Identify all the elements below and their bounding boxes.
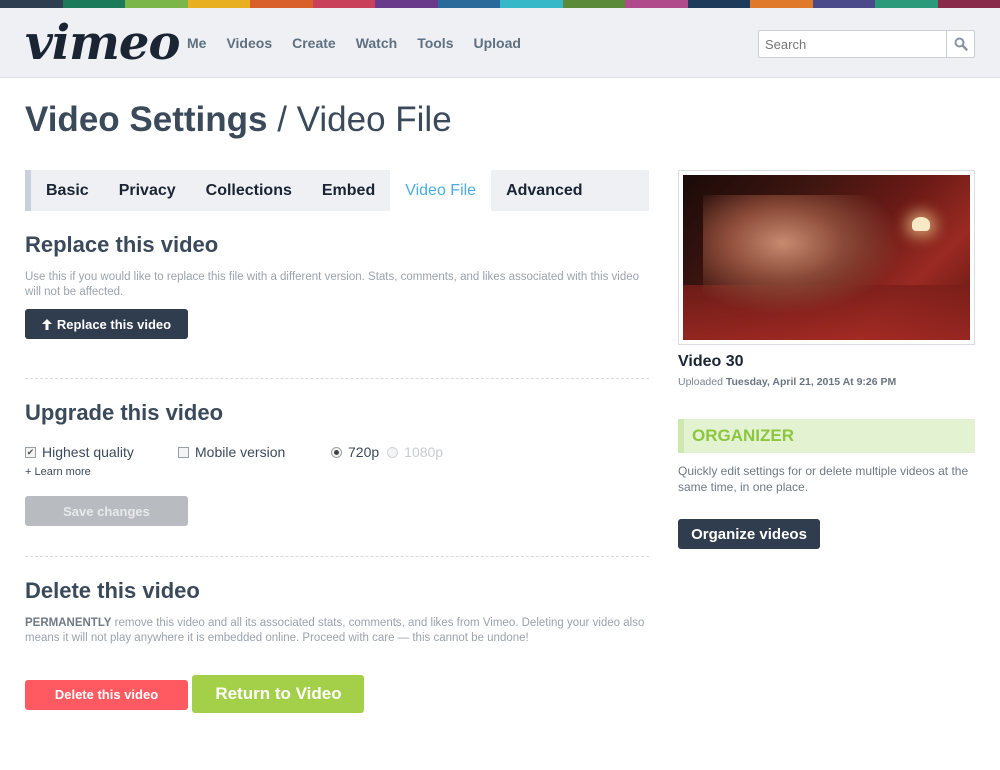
vimeo-logo[interactable]: vimeo (25, 18, 180, 68)
video-upload-date: Uploaded Tuesday, April 21, 2015 At 9:26… (678, 376, 897, 388)
stripe-segment (0, 0, 63, 8)
tab-advanced[interactable]: Advanced (491, 170, 597, 211)
stripe-segment (62, 0, 125, 8)
main-nav: Me Videos Create Watch Tools Upload (187, 35, 541, 51)
stripe-segment (812, 0, 875, 8)
nav-videos[interactable]: Videos (226, 35, 272, 51)
stripe-segment (375, 0, 438, 8)
replace-section: Replace this video Use this if you would… (25, 232, 649, 339)
organize-videos-button[interactable]: Organize videos (678, 519, 820, 549)
tab-privacy[interactable]: Privacy (104, 170, 191, 211)
section-divider (25, 378, 649, 379)
nav-watch[interactable]: Watch (356, 35, 397, 51)
upgrade-section: Upgrade this video ✔ Highest quality Mob… (25, 400, 649, 526)
nav-upload[interactable]: Upload (473, 35, 520, 51)
arrow-up-icon (41, 318, 52, 330)
delete-description: PERMANENTLY remove this video and all it… (25, 617, 645, 644)
resolution-1080p-option: 1080p (387, 444, 443, 460)
stripe-segment (687, 0, 750, 8)
stripe-segment (625, 0, 688, 8)
video-thumbnail[interactable] (678, 170, 975, 345)
page-title: Video Settings / Video File (25, 100, 452, 139)
stripe-segment (875, 0, 938, 8)
site-header: vimeo Me Videos Create Watch Tools Uploa… (0, 8, 1000, 78)
upgrade-options: ✔ Highest quality Mobile version 720p 10… (25, 444, 649, 460)
tab-collections[interactable]: Collections (191, 170, 307, 211)
highest-quality-label: Highest quality (42, 444, 134, 460)
return-to-video-button[interactable]: Return to Video (192, 675, 365, 713)
video-title[interactable]: Video 30 (678, 353, 744, 371)
nav-tools[interactable]: Tools (417, 35, 453, 51)
search-input[interactable] (759, 31, 944, 57)
delete-section: Delete this video PERMANENTLY remove thi… (25, 578, 649, 713)
stripe-segment (937, 0, 1000, 8)
lamp-shape (912, 217, 930, 231)
stripe-segment (312, 0, 375, 8)
search-icon (954, 37, 968, 51)
resolution-720p-label: 720p (348, 444, 380, 460)
permanently-emphasis: PERMANENTLY (25, 617, 112, 629)
tab-basic[interactable]: Basic (31, 170, 104, 211)
resolution-720p-option[interactable]: 720p (331, 444, 379, 460)
nav-me[interactable]: Me (187, 35, 206, 51)
tab-video-file[interactable]: Video File (390, 170, 492, 211)
tab-embed[interactable]: Embed (307, 170, 390, 211)
delete-heading: Delete this video (25, 578, 200, 603)
stripe-segment (500, 0, 563, 8)
replace-heading: Replace this video (25, 232, 219, 257)
stripe-segment (250, 0, 313, 8)
mobile-version-checkbox[interactable] (178, 446, 189, 458)
stripe-segment (562, 0, 625, 8)
learn-more-link[interactable]: + Learn more (25, 466, 649, 478)
stripe-segment (125, 0, 188, 8)
search-button[interactable] (946, 31, 974, 57)
replace-video-button[interactable]: Replace this video (25, 309, 188, 339)
resolution-1080p-radio (387, 446, 399, 458)
video-thumbnail-image (683, 175, 970, 340)
stripe-segment (750, 0, 813, 8)
upgrade-heading: Upgrade this video (25, 400, 224, 425)
replace-description: Use this if you would like to replace th… (25, 271, 640, 298)
organizer-description: Quickly edit settings for or delete mult… (678, 464, 969, 494)
stripe-segment (437, 0, 500, 8)
save-changes-button[interactable]: Save changes (25, 496, 188, 526)
nav-create[interactable]: Create (292, 35, 336, 51)
stripe-segment (187, 0, 250, 8)
highest-quality-option[interactable]: ✔ Highest quality (25, 444, 178, 460)
delete-video-button[interactable]: Delete this video (25, 679, 188, 710)
section-divider (25, 556, 649, 557)
brand-color-stripe (0, 0, 1000, 8)
mobile-version-label: Mobile version (195, 444, 286, 460)
highest-quality-checkbox[interactable]: ✔ (25, 446, 36, 458)
resolution-720p-radio[interactable] (331, 446, 342, 458)
settings-tabs: Basic Privacy Collections Embed Video Fi… (25, 170, 649, 211)
organizer-heading: ORGANIZER (678, 419, 975, 453)
resolution-1080p-label: 1080p (404, 444, 444, 460)
search-box (758, 30, 975, 58)
replace-button-label: Replace this video (56, 316, 172, 332)
mobile-version-option[interactable]: Mobile version (178, 444, 331, 460)
